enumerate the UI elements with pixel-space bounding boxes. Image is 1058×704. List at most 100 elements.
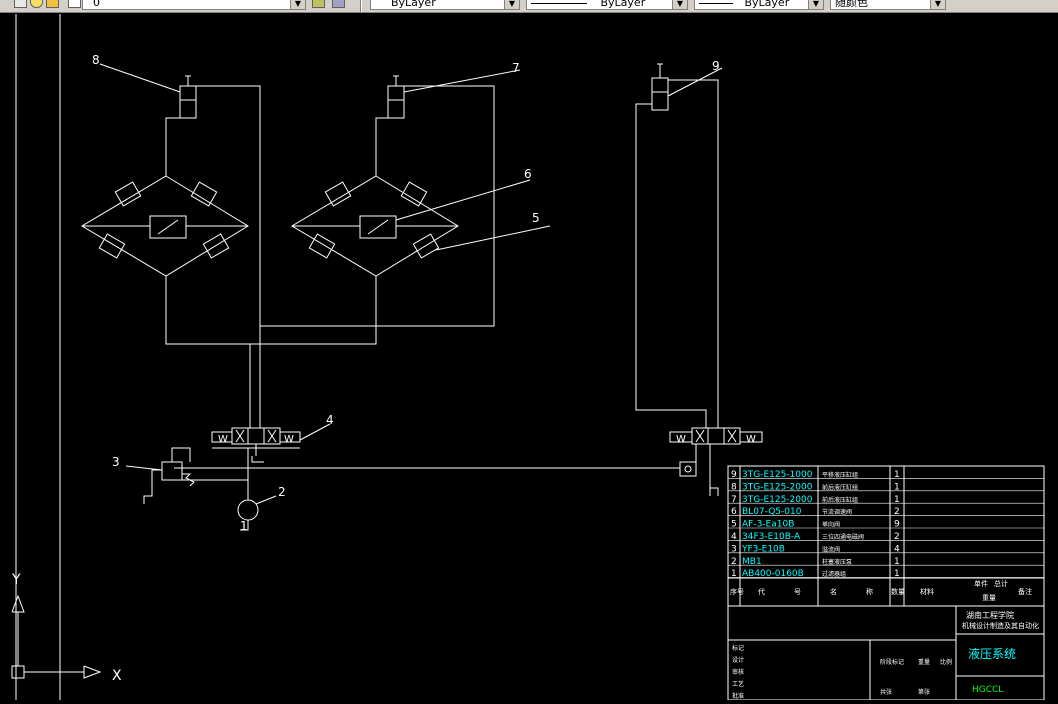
color-dropdown-value: ByLayer: [391, 0, 436, 9]
lightbulb-icon[interactable]: [30, 0, 43, 8]
parts-row-no: 8: [731, 482, 737, 492]
parts-row-code: 3TG-E125-2000: [742, 482, 813, 492]
parts-row-no: 3: [731, 544, 737, 554]
parts-row-code: AB400-0160B: [742, 569, 804, 579]
parts-row-code: YF3-E10B: [741, 544, 785, 554]
linetype-sample: [531, 2, 587, 4]
parts-row-code: BL07-Q5-010: [742, 507, 802, 517]
plotstyle-dropdown[interactable]: 随颜色 ▼: [830, 0, 946, 10]
leader-line: [435, 225, 551, 251]
layer-color-icon[interactable]: [68, 0, 81, 8]
toolbar-separator: [360, 0, 362, 12]
header-name-2: 称: [866, 587, 873, 596]
linetype-dropdown[interactable]: ByLayer ▼: [526, 0, 688, 10]
parts-row-name: 柱塞液压泵: [822, 558, 852, 566]
bridge-circuit-left: [81, 85, 261, 345]
tb-label: 比例: [940, 658, 952, 666]
tb-label: 阶段标记: [880, 658, 904, 666]
parts-row-name: 溢流阀: [822, 545, 840, 553]
lineweight-sample: [699, 2, 733, 4]
parts-row-no: 6: [731, 507, 737, 517]
callout-9: 9: [712, 59, 720, 73]
sun-icon[interactable]: [46, 0, 59, 8]
layer-dropdown[interactable]: 0 ▼: [82, 0, 306, 10]
parts-row-code: 3TG-E125-2000: [742, 495, 813, 505]
make-current-layer-icon[interactable]: [312, 0, 325, 8]
linetype-dropdown-value: ByLayer: [600, 0, 646, 9]
header-code-1: 代: [758, 587, 765, 596]
parts-row-no: 4: [731, 532, 737, 542]
parts-row-name: 节流调速阀: [822, 508, 852, 516]
layer-state-icon[interactable]: [14, 0, 27, 8]
weight-label: 重量: [982, 594, 996, 602]
callout-7: 7: [512, 61, 520, 75]
cylinder-9: [651, 63, 669, 111]
tb-label: 标记: [732, 644, 744, 652]
callout-1: 1: [240, 519, 248, 533]
school-name: 湖南工程学院: [966, 610, 1014, 620]
tb-label: 第张: [918, 688, 930, 696]
pipe-line: [635, 103, 707, 428]
check-valve: [679, 461, 697, 477]
leader-line: [99, 63, 181, 93]
parts-row-name: 三位四通电磁阀: [822, 533, 864, 541]
layer-previous-icon[interactable]: [332, 0, 345, 8]
callout-6: 6: [524, 167, 532, 181]
chevron-down-icon[interactable]: ▼: [808, 0, 823, 9]
cylinder-8: [179, 75, 197, 119]
header-unit: 单件: [974, 579, 988, 588]
parts-row-qty: 1: [894, 569, 900, 579]
drawing-code: HGCCL: [972, 685, 1003, 695]
pipe-line: [668, 79, 719, 428]
parts-row-no: 5: [731, 520, 737, 530]
tb-label: 重量: [918, 658, 930, 666]
ucs-x-label: X: [112, 668, 122, 684]
valve-solenoid-label: W: [676, 434, 686, 445]
header-code-2: 号: [794, 588, 801, 596]
tb-label: 审核: [732, 668, 744, 676]
parts-row-qty: 1: [894, 482, 900, 492]
callout-2: 2: [278, 485, 286, 499]
header-name-1: 名: [830, 587, 837, 596]
chevron-down-icon[interactable]: ▼: [290, 0, 305, 9]
chevron-down-icon[interactable]: ▼: [930, 0, 945, 9]
tb-label: 设计: [732, 656, 744, 664]
ucs-y-label: Y: [11, 572, 21, 588]
callout-5: 5: [532, 211, 540, 225]
parts-row-qty: 1: [894, 557, 900, 567]
parts-row-no: 7: [731, 495, 737, 505]
lineweight-dropdown-value: ByLayer: [744, 0, 790, 9]
leader-line: [125, 465, 163, 471]
parts-row-code: 3TG-E125-1000: [742, 470, 813, 480]
color-dropdown[interactable]: ByLayer ▼: [370, 0, 520, 10]
chevron-down-icon[interactable]: ▼: [504, 0, 519, 9]
leader-line: [403, 69, 521, 93]
parts-row-name: 前后液压缸组: [822, 483, 858, 491]
parts-row-qty: 1: [894, 470, 900, 480]
bridge-circuit-right: [260, 85, 495, 345]
valve-solenoid-label: W: [218, 434, 228, 445]
plotstyle-dropdown-value: 随颜色: [835, 0, 868, 9]
valve-solenoid-label: W: [746, 434, 756, 445]
drawing-title: 液压系统: [968, 646, 1016, 661]
school-subtitle: 机械设计制造及其自动化: [962, 621, 1039, 630]
valve-solenoid-label: W: [284, 434, 294, 445]
drawing-svg: 1 2 3 4 5 6 7 8 9 W W W W Y X 9 3TG-E125-…: [11, 14, 1045, 701]
lineweight-dropdown[interactable]: ByLayer ▼: [694, 0, 824, 10]
parts-row-qty: 1: [894, 495, 900, 505]
layer-dropdown-value: 0: [93, 0, 100, 9]
chevron-down-icon[interactable]: ▼: [672, 0, 687, 9]
parts-row-qty: 2: [894, 532, 900, 542]
parts-row-name: 前后液压缸组: [822, 496, 858, 504]
header-qty: 数量: [891, 587, 905, 596]
tb-label: 共张: [880, 688, 892, 696]
callout-8: 8: [92, 53, 100, 67]
parts-row-code: AF-3-Ea10B: [742, 520, 794, 530]
parts-row-no: 9: [731, 470, 737, 480]
header-total: 总计: [994, 579, 1008, 588]
tb-label: 批准: [732, 692, 744, 700]
drawing-canvas[interactable]: 1 2 3 4 5 6 7 8 9 W W W W Y X 9 3TG-E125-…: [0, 12, 1058, 701]
parts-row-no: 1: [731, 569, 737, 579]
callout-4: 4: [326, 413, 334, 427]
header-material: 材料: [920, 587, 934, 596]
